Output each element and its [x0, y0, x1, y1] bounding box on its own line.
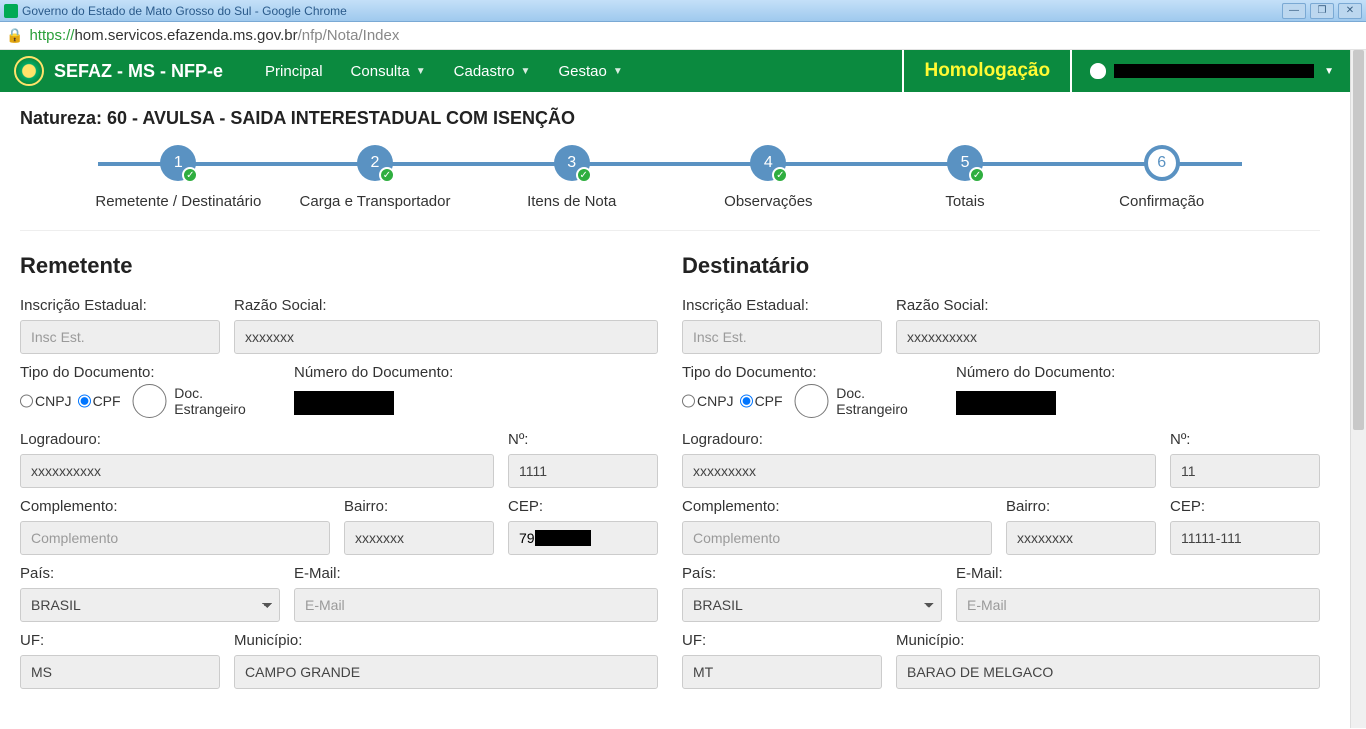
remetente-email-input[interactable] — [294, 588, 658, 622]
remetente-title: Remetente — [20, 253, 658, 279]
destinatario-title: Destinatário — [682, 253, 1320, 279]
remetente-insc-input[interactable] — [20, 320, 220, 354]
destinatario-uf-input[interactable] — [682, 655, 882, 689]
destinatario-section: Destinatário Inscrição Estadual: Razão S… — [682, 253, 1320, 699]
destinatario-razao-input[interactable] — [896, 320, 1320, 354]
label-insc: Inscrição Estadual: — [20, 297, 220, 314]
destinatario-cep-input[interactable] — [1170, 521, 1320, 555]
remetente-cep-input[interactable]: 79 — [508, 521, 658, 555]
label-cep: CEP: — [508, 498, 658, 515]
user-name-redacted — [1114, 64, 1314, 78]
remetente-bairro-input[interactable] — [344, 521, 494, 555]
url-protocol: https:// — [29, 27, 74, 44]
radio-cnpj[interactable]: CNPJ — [682, 384, 734, 418]
chevron-down-icon: ▼ — [521, 66, 531, 77]
remetente-section: Remetente Inscrição Estadual: Razão Soci… — [20, 253, 658, 699]
label-pais: País: — [20, 565, 280, 582]
destinatario-insc-input[interactable] — [682, 320, 882, 354]
radio-cnpj[interactable]: CNPJ — [20, 384, 72, 418]
nav-cadastro[interactable]: Cadastro▼ — [440, 50, 545, 92]
window-close-button[interactable]: ✕ — [1338, 3, 1362, 19]
label-mun: Município: — [234, 632, 658, 649]
label-num: Nº: — [508, 431, 658, 448]
brand[interactable]: SEFAZ - MS - NFP-e — [14, 56, 223, 86]
label-email: E-Mail: — [294, 565, 658, 582]
url-path: /nfp/Nota/Index — [298, 27, 400, 44]
divider — [20, 230, 1320, 231]
scrollbar[interactable] — [1350, 50, 1366, 728]
remetente-mun-input[interactable] — [234, 655, 658, 689]
label-bairro: Bairro: — [344, 498, 494, 515]
check-icon: ✓ — [772, 167, 788, 183]
label-uf: UF: — [20, 632, 220, 649]
radio-doce[interactable]: Doc. Estrangeiro — [789, 384, 908, 418]
label-tipodoc: Tipo do Documento: — [20, 364, 280, 381]
chevron-down-icon: ▼ — [1324, 66, 1334, 77]
radio-cpf[interactable]: CPF — [740, 384, 783, 418]
step-3[interactable]: 3✓ Itens de Nota — [473, 145, 670, 210]
destinatario-num-input[interactable] — [1170, 454, 1320, 488]
chevron-down-icon: ▼ — [613, 66, 623, 77]
destinatario-bairro-input[interactable] — [1006, 521, 1156, 555]
natureza-heading: Natureza: 60 - AVULSA - SAIDA INTERESTAD… — [20, 108, 1320, 129]
top-nav: SEFAZ - MS - NFP-e Principal Consulta▼ C… — [0, 50, 1366, 92]
destinatario-numdoc-redacted — [956, 391, 1056, 415]
window-titlebar: Governo do Estado de Mato Grosso do Sul … — [0, 0, 1366, 22]
stepper: 1✓ Remetente / Destinatário 2✓ Carga e T… — [80, 145, 1260, 210]
step-5[interactable]: 5✓ Totais — [867, 145, 1064, 210]
step-2[interactable]: 2✓ Carga e Transportador — [277, 145, 474, 210]
check-icon: ✓ — [969, 167, 985, 183]
cep-redacted — [535, 530, 591, 546]
environment-badge: Homologação — [902, 50, 1072, 92]
step-4[interactable]: 4✓ Observações — [670, 145, 867, 210]
remetente-razao-input[interactable] — [234, 320, 658, 354]
state-seal-icon — [14, 56, 44, 86]
label-razao: Razão Social: — [234, 297, 658, 314]
destinatario-email-input[interactable] — [956, 588, 1320, 622]
remetente-log-input[interactable] — [20, 454, 494, 488]
scrollbar-thumb[interactable] — [1353, 50, 1364, 430]
window-maximize-button[interactable]: ❐ — [1310, 3, 1334, 19]
radio-doce[interactable]: Doc. Estrangeiro — [127, 384, 246, 418]
window-title: Governo do Estado de Mato Grosso do Sul … — [22, 4, 347, 18]
remetente-comp-input[interactable] — [20, 521, 330, 555]
brand-text: SEFAZ - MS - NFP-e — [54, 61, 223, 82]
remetente-pais-select[interactable]: BRASIL — [20, 588, 280, 622]
destinatario-tipodoc-radios: CNPJ CPF Doc. Estrangeiro — [682, 387, 942, 421]
user-menu[interactable]: ▼ — [1072, 63, 1352, 79]
destinatario-log-input[interactable] — [682, 454, 1156, 488]
nav-gestao[interactable]: Gestao▼ — [544, 50, 636, 92]
remetente-numdoc-redacted — [294, 391, 394, 415]
url-host: hom.servicos.efazenda.ms.gov.br — [74, 27, 297, 44]
label-numdoc: Número do Documento: — [294, 364, 658, 381]
nav-consulta[interactable]: Consulta▼ — [337, 50, 440, 92]
remetente-uf-input[interactable] — [20, 655, 220, 689]
favicon-icon — [4, 4, 18, 18]
destinatario-pais-select[interactable]: BRASIL — [682, 588, 942, 622]
check-icon: ✓ — [182, 167, 198, 183]
avatar-icon — [1090, 63, 1106, 79]
label-comp: Complemento: — [20, 498, 330, 515]
check-icon: ✓ — [576, 167, 592, 183]
lock-icon: 🔒 — [6, 27, 23, 44]
radio-cpf[interactable]: CPF — [78, 384, 121, 418]
remetente-tipodoc-radios: CNPJ CPF Doc. Estrangeiro — [20, 387, 280, 421]
check-icon: ✓ — [379, 167, 395, 183]
step-1[interactable]: 1✓ Remetente / Destinatário — [80, 145, 277, 210]
chevron-down-icon: ▼ — [416, 66, 426, 77]
window-minimize-button[interactable]: — — [1282, 3, 1306, 19]
destinatario-mun-input[interactable] — [896, 655, 1320, 689]
remetente-num-input[interactable] — [508, 454, 658, 488]
label-log: Logradouro: — [20, 431, 494, 448]
destinatario-comp-input[interactable] — [682, 521, 992, 555]
step-6[interactable]: 6 Confirmação — [1063, 145, 1260, 210]
url-bar[interactable]: 🔒 https:// hom.servicos.efazenda.ms.gov.… — [0, 22, 1366, 50]
nav-principal[interactable]: Principal — [251, 50, 337, 92]
